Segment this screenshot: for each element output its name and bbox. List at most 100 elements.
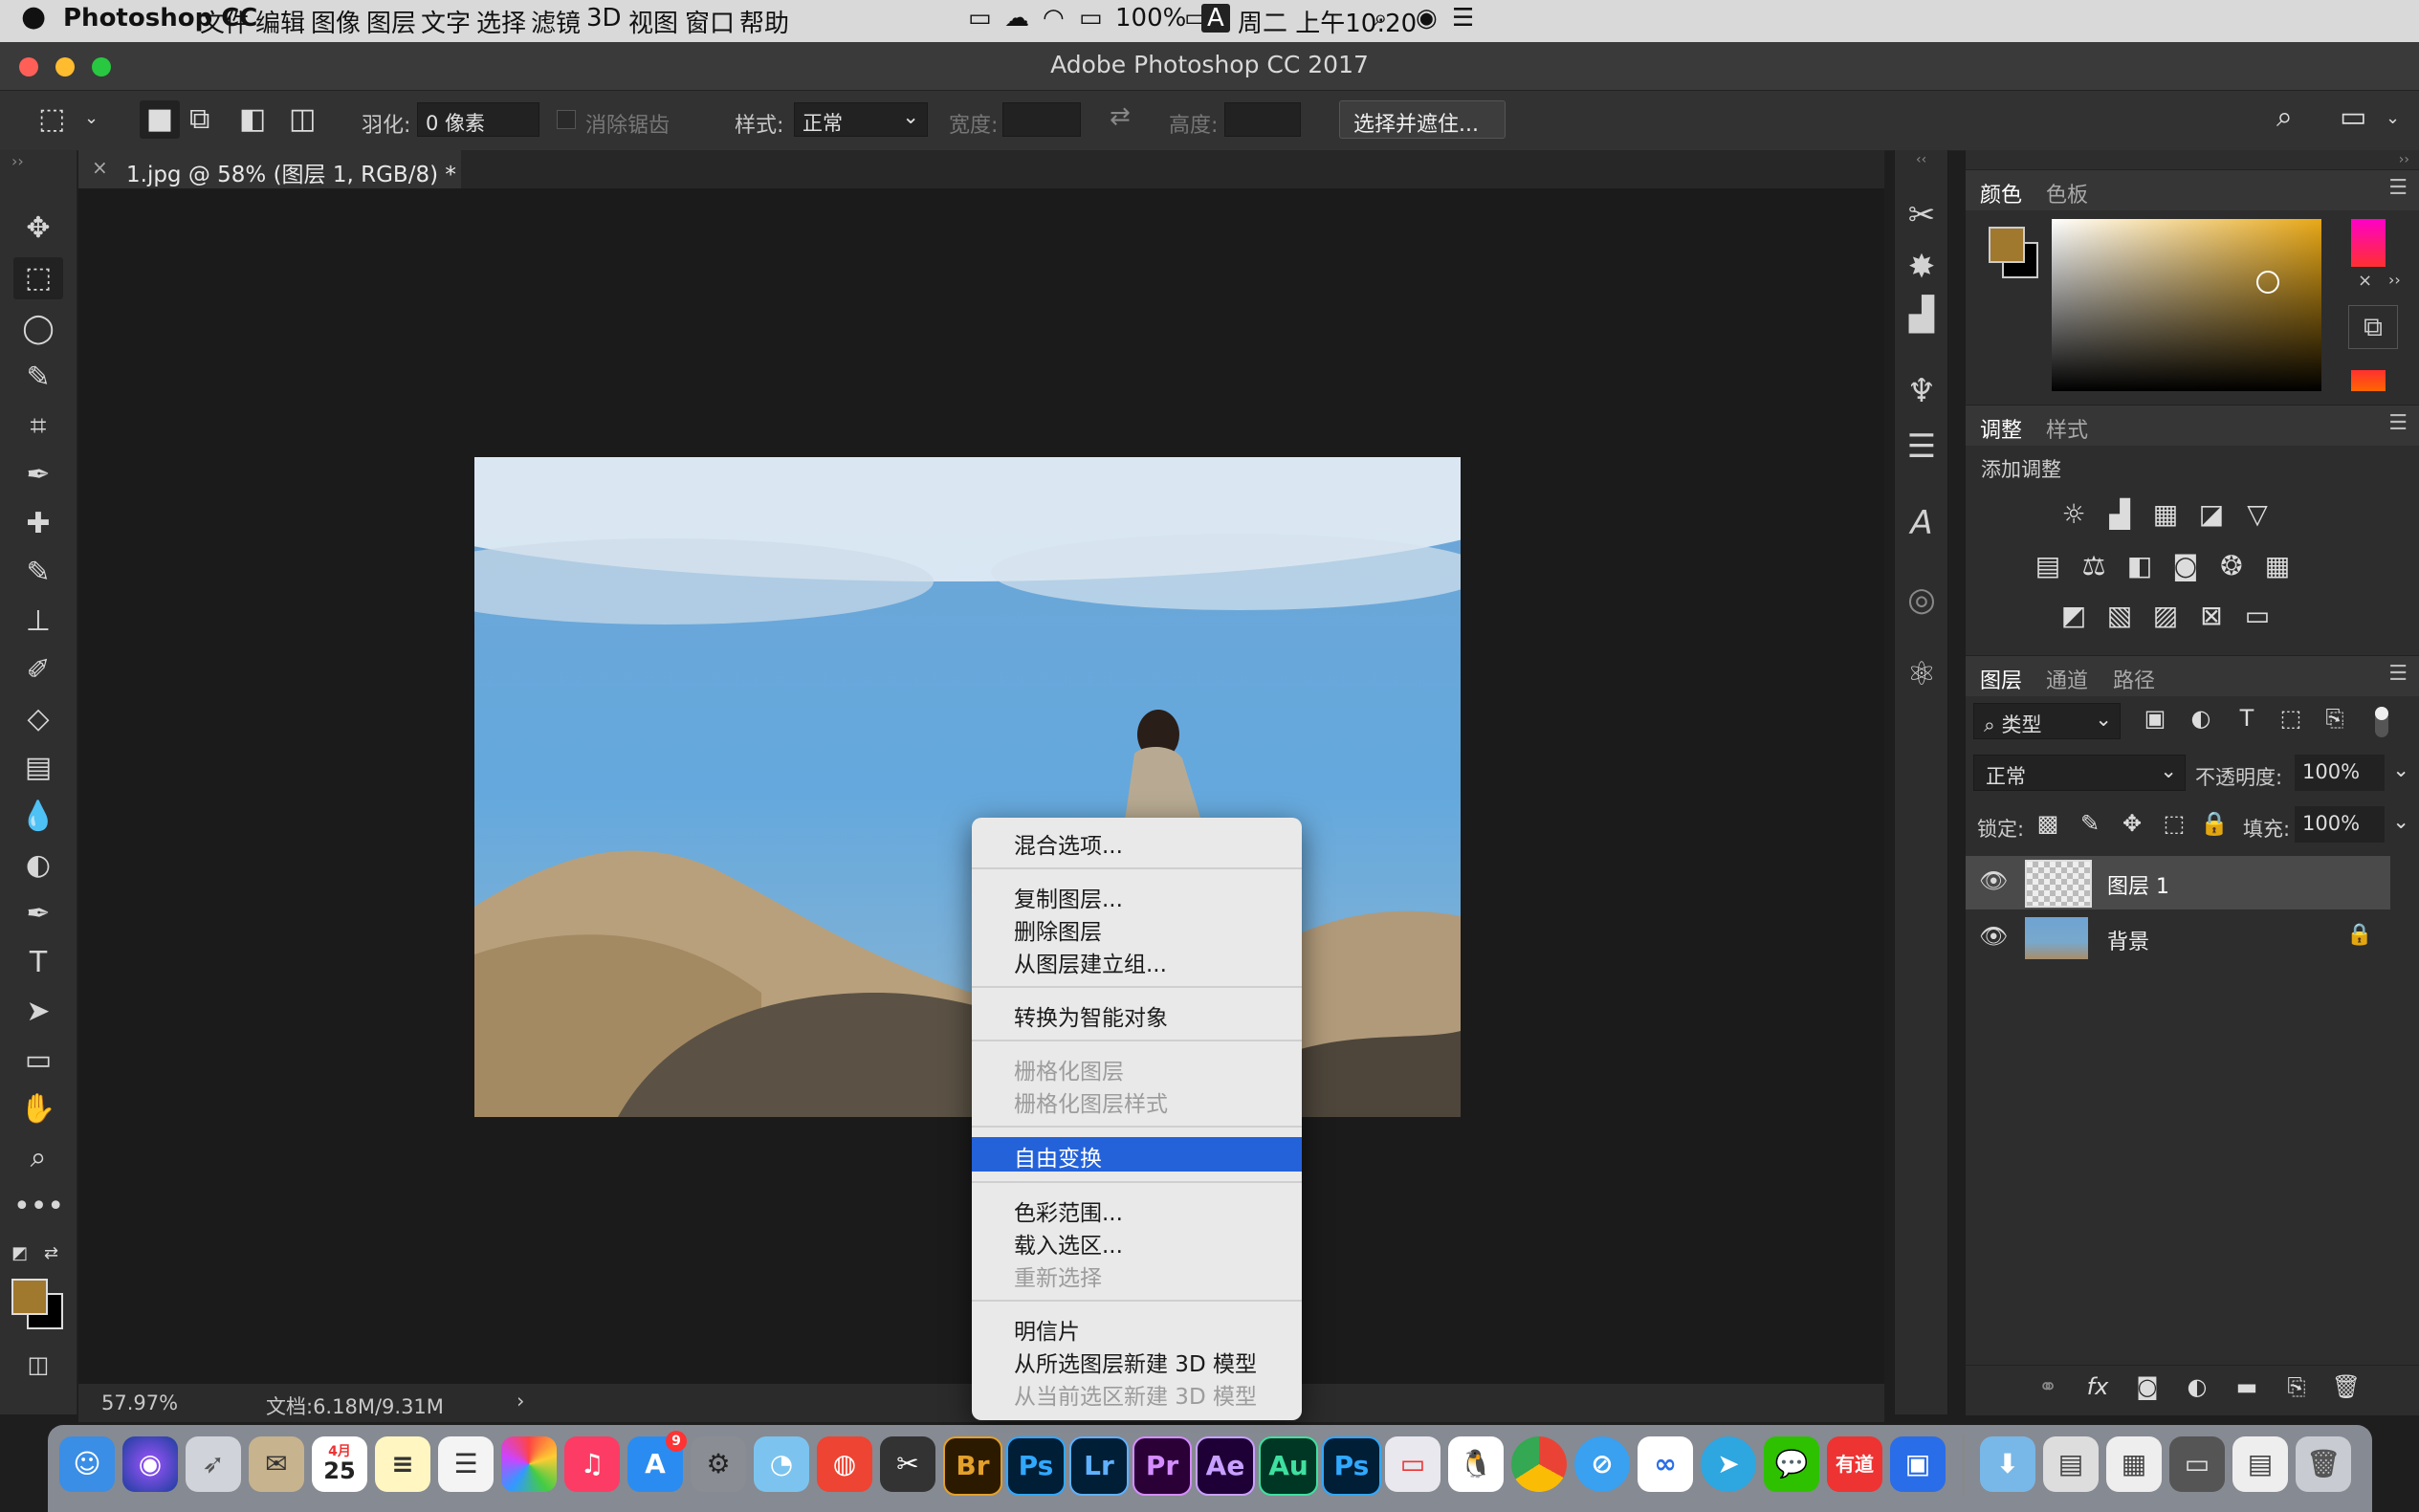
foreground-color-swatch[interactable]: [11, 1279, 48, 1315]
rectangle-tool-icon[interactable]: ▭: [13, 1040, 63, 1082]
safari-icon[interactable]: ⊘: [1574, 1436, 1630, 1492]
color-picker-ring[interactable]: [2256, 271, 2279, 294]
height-input[interactable]: [1224, 102, 1301, 137]
preview-icon[interactable]: ✉: [249, 1436, 304, 1492]
chevron-right-icon[interactable]: ›: [517, 1390, 524, 1413]
swap-icon[interactable]: ⇄: [1110, 102, 1131, 131]
downloads-folder-icon[interactable]: ⬇: [1980, 1436, 2035, 1492]
lock-position-icon[interactable]: ✥: [2113, 810, 2151, 837]
delete-layer-icon[interactable]: 🗑: [2327, 1373, 2365, 1400]
tab-adjustments[interactable]: 调整: [1980, 413, 2022, 444]
add-selection-icon[interactable]: ⧉: [189, 102, 209, 136]
character-icon[interactable]: A: [1902, 504, 1941, 542]
path-selection-tool-icon[interactable]: ➤: [13, 991, 63, 1033]
brushes-icon[interactable]: ♆: [1902, 372, 1941, 410]
dodge-tool-icon[interactable]: ◐: [13, 844, 63, 887]
width-input[interactable]: [1002, 102, 1081, 137]
lasso-tool-icon[interactable]: ◯: [13, 308, 63, 350]
move-tool-icon[interactable]: ✥: [13, 208, 63, 250]
photoshop-2-icon[interactable]: Ps: [1322, 1436, 1381, 1496]
menu-item-color-range[interactable]: 色彩范围...: [1014, 1194, 1123, 1227]
menu-view[interactable]: 视图: [628, 4, 678, 39]
gradient-tool-icon[interactable]: ▤: [13, 747, 63, 789]
marquee-tool-icon[interactable]: ⬚: [13, 257, 63, 299]
tab-styles[interactable]: 样式: [2046, 413, 2088, 444]
filter-shape-icon[interactable]: ⬚: [2272, 705, 2310, 732]
layer-filter-select[interactable]: ⌕ 类型 ⌄: [1973, 703, 2121, 739]
notification-center-icon[interactable]: ☰: [1452, 4, 1474, 33]
chevron-down-icon[interactable]: ⌄: [84, 108, 99, 128]
reminders-icon[interactable]: ☰: [438, 1436, 494, 1492]
select-and-mask-button[interactable]: 选择并遮住...: [1339, 100, 1506, 139]
add-mask-icon[interactable]: ◙: [2128, 1373, 2166, 1400]
libraries-icon[interactable]: ◎: [1902, 581, 1941, 619]
screenshots-stack-icon[interactable]: ▤: [2043, 1436, 2099, 1492]
history-brush-tool-icon[interactable]: ✐: [13, 649, 63, 691]
swap-colors-icon[interactable]: ⇄: [44, 1243, 58, 1263]
channel-mixer-icon[interactable]: ❂: [2212, 550, 2251, 581]
black-white-icon[interactable]: ◧: [2121, 550, 2159, 581]
close-icon[interactable]: ×: [2358, 271, 2372, 291]
collapse-icon[interactable]: ››: [2399, 152, 2409, 167]
creative-cloud-icon[interactable]: ☁: [1004, 4, 1029, 33]
collapse-icon[interactable]: ‹‹: [1916, 152, 1926, 167]
document-image[interactable]: [474, 457, 1461, 1117]
app-store-icon[interactable]: A 9: [627, 1431, 687, 1492]
menu-item-new-3d-from-layer[interactable]: 从所选图层新建 3D 模型: [1014, 1346, 1257, 1378]
trash-icon[interactable]: 🗑: [2296, 1436, 2351, 1492]
layer-row[interactable]: 👁 背景 🔒: [1966, 911, 2390, 965]
exposure-icon[interactable]: ◪: [2192, 498, 2231, 530]
zoom-tool-icon[interactable]: ⌕: [13, 1137, 63, 1179]
tab-color[interactable]: 颜色: [1980, 178, 2022, 208]
intersect-selection-icon[interactable]: ◫: [289, 102, 316, 136]
tab-swatches[interactable]: 色板: [2046, 178, 2088, 208]
launchpad-icon[interactable]: ➶: [186, 1436, 241, 1492]
histogram-icon[interactable]: ▟: [1902, 296, 1941, 334]
tab-layers[interactable]: 图层: [1980, 664, 2022, 694]
color-lookup-icon[interactable]: ▦: [2258, 550, 2297, 581]
menu-3d[interactable]: 3D: [586, 4, 622, 33]
crop-tool-icon[interactable]: ⌗: [13, 405, 63, 448]
eraser-tool-icon[interactable]: ◇: [13, 698, 63, 740]
brush-tool-icon[interactable]: ✎: [13, 552, 63, 594]
style-select[interactable]: 正常 ⌄: [794, 102, 928, 137]
telegram-icon[interactable]: ➤: [1701, 1436, 1756, 1492]
final-cut-icon[interactable]: ✂: [880, 1436, 935, 1492]
new-layer-icon[interactable]: ⎘: [2277, 1373, 2316, 1400]
menu-item-load-selection[interactable]: 载入选区...: [1014, 1227, 1123, 1260]
menu-type[interactable]: 文字: [421, 4, 471, 39]
audition-icon[interactable]: Au: [1259, 1436, 1318, 1496]
netease-music-icon[interactable]: ◍: [817, 1436, 872, 1492]
music-icon[interactable]: ♫: [564, 1436, 620, 1492]
filter-pixel-icon[interactable]: ▣: [2136, 705, 2174, 732]
menu-window[interactable]: 窗口: [685, 4, 735, 39]
calendar-icon[interactable]: 4月 25: [312, 1436, 367, 1492]
menu-edit[interactable]: 编辑: [255, 4, 305, 39]
posterize-icon[interactable]: ▧: [2100, 600, 2139, 631]
brightness-contrast-icon[interactable]: ☼: [2055, 498, 2093, 530]
feather-input[interactable]: 0 像素: [417, 102, 539, 137]
zoom-level[interactable]: 57.97%: [101, 1391, 178, 1414]
chevron-down-icon[interactable]: ⌄: [2386, 108, 2400, 128]
desktop-icon[interactable]: ▭: [1385, 1436, 1440, 1492]
menu-item-duplicate-layer[interactable]: 复制图层...: [1014, 881, 1123, 913]
opacity-input[interactable]: 100% ⌄: [2295, 755, 2409, 791]
screenshot-icon[interactable]: ▣: [1890, 1436, 1946, 1492]
menu-filter[interactable]: 滤镜: [531, 4, 581, 39]
brush-settings-icon[interactable]: ✸: [1902, 248, 1941, 286]
hand-tool-icon[interactable]: ✋: [13, 1088, 63, 1130]
new-adjustment-icon[interactable]: ◐: [2178, 1373, 2216, 1400]
photoshop-icon[interactable]: Ps: [1006, 1436, 1066, 1496]
siri-icon[interactable]: ◉: [122, 1436, 178, 1492]
tab-channels[interactable]: 通道: [2046, 664, 2088, 694]
panel-menu-icon[interactable]: ☰: [2388, 662, 2408, 686]
color-mode-icon[interactable]: ⧉: [2348, 305, 2398, 349]
layer-row[interactable]: 👁 图层 1: [1966, 856, 2390, 909]
files-stack-icon[interactable]: ▤: [2232, 1436, 2288, 1492]
lock-all-icon[interactable]: 🔒: [2195, 810, 2233, 837]
levels-icon[interactable]: ▟: [2100, 498, 2139, 530]
recent-stack-icon[interactable]: ▭: [2169, 1436, 2225, 1492]
lock-transparent-icon[interactable]: ▩: [2029, 810, 2067, 837]
tab-paths[interactable]: 路径: [2113, 664, 2155, 694]
menu-select[interactable]: 选择: [476, 4, 526, 39]
